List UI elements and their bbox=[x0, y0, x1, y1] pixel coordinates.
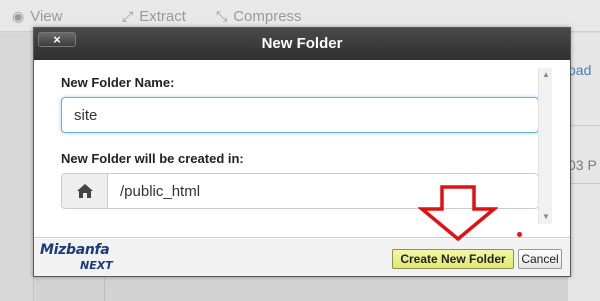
cancel-button[interactable]: Cancel bbox=[518, 249, 562, 269]
dialog-scrollbar[interactable]: ▲ ▼ bbox=[538, 68, 552, 224]
extract-tool-label: Extract bbox=[139, 8, 186, 25]
compress-tool-label: Compress bbox=[233, 8, 302, 25]
logo-sub: NEXT bbox=[80, 259, 113, 272]
annotation-dot bbox=[517, 232, 522, 237]
file-manager-sidebar bbox=[0, 33, 34, 301]
dialog-footer: Mizbanfa NEXT Create New Folder Cancel bbox=[34, 239, 570, 276]
scroll-down-icon[interactable]: ▼ bbox=[539, 210, 553, 224]
dialog-header: × New Folder bbox=[34, 28, 570, 60]
view-tool-label: View bbox=[30, 8, 63, 25]
home-icon bbox=[62, 174, 108, 208]
mizbanfa-logo: Mizbanfa NEXT bbox=[40, 241, 126, 275]
down-arrow-annotation-icon bbox=[418, 185, 498, 242]
folder-name-input[interactable] bbox=[61, 97, 539, 133]
file-row-divider bbox=[568, 125, 600, 126]
extract-icon: ⤢ bbox=[122, 8, 134, 24]
compress-icon: ⤡ bbox=[216, 8, 228, 24]
folder-name-label: New Folder Name: bbox=[61, 75, 175, 90]
view-tool[interactable]: ◉ View bbox=[12, 8, 62, 25]
eye-icon: ◉ bbox=[12, 8, 25, 24]
compress-tool[interactable]: ⤡ Compress bbox=[216, 8, 302, 25]
dialog-title: New Folder bbox=[261, 35, 343, 52]
scroll-up-icon[interactable]: ▲ bbox=[539, 68, 553, 82]
divider bbox=[104, 277, 105, 301]
file-row-divider bbox=[568, 183, 600, 184]
location-label: New Folder will be created in: bbox=[61, 151, 244, 166]
upload-link-partial[interactable]: oad bbox=[568, 62, 591, 78]
modified-date-partial: 03 P bbox=[568, 157, 597, 173]
extract-tool[interactable]: ⤢ Extract bbox=[122, 8, 186, 25]
create-folder-button[interactable]: Create New Folder bbox=[392, 249, 514, 269]
file-manager-footer bbox=[34, 277, 568, 301]
logo-brand: Mizbanfa bbox=[40, 242, 110, 258]
